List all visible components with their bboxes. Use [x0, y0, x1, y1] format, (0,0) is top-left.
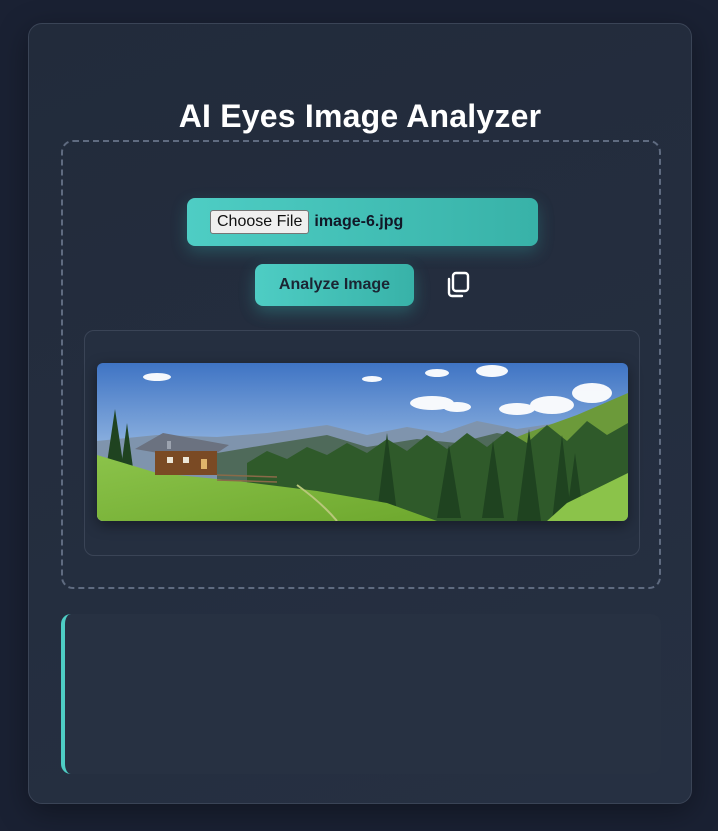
file-input[interactable]: Choose File image-6.jpg [187, 198, 538, 246]
analyze-image-button[interactable]: Analyze Image [255, 264, 414, 306]
image-preview-container [84, 330, 640, 556]
page-title: AI Eyes Image Analyzer [178, 98, 542, 134]
copy-button[interactable] [443, 270, 473, 300]
analyzer-card: AI Eyes Image Analyzer Choose File image… [28, 23, 692, 804]
copy-icon [447, 271, 470, 298]
analysis-result-panel [61, 614, 661, 774]
preview-image [97, 363, 628, 521]
choose-file-button[interactable]: Choose File [210, 210, 310, 234]
upload-dropzone[interactable]: Choose File image-6.jpg Analyze Image [61, 140, 661, 589]
selected-file-name: image-6.jpg [314, 213, 404, 230]
